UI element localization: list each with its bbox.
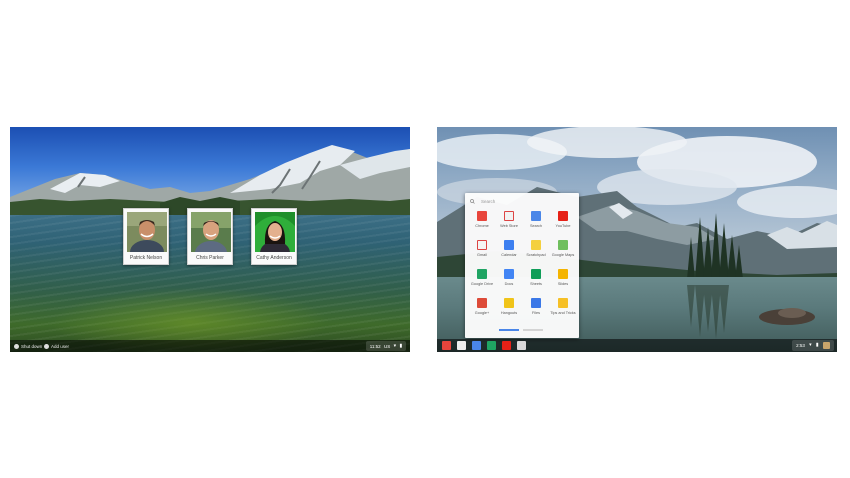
- add-user-label: Add user: [51, 343, 70, 349]
- slides-icon: [558, 269, 568, 279]
- shutdown-label: Shut down: [21, 343, 43, 349]
- clock: 11:52: [369, 343, 381, 349]
- shelf: 2:53 ▾ ▮: [437, 339, 837, 352]
- youtube-icon[interactable]: [502, 341, 511, 350]
- app-label: Google+: [474, 311, 490, 315]
- desktop-screen: Search Chrome Web Store Search YouTube Gmail…: [437, 127, 837, 352]
- page-indicator: [499, 329, 545, 331]
- avatar: [822, 342, 830, 349]
- app-tile-calendar[interactable]: Calendar: [496, 240, 522, 264]
- app-label: Web Store: [500, 224, 518, 228]
- app-tile-chrome[interactable]: Chrome: [469, 211, 495, 235]
- app-label: Slides: [557, 282, 569, 286]
- wifi-icon: ▾: [809, 342, 812, 348]
- app-launcher: Search Chrome Web Store Search YouTube Gmail…: [465, 193, 579, 338]
- files-icon: [531, 298, 541, 308]
- app-label: Scratchpad: [526, 253, 546, 257]
- app-label: Files: [531, 311, 541, 315]
- app-label: Google Maps: [551, 253, 575, 257]
- app-label: Gmail: [477, 253, 487, 257]
- app-label: Hangouts: [500, 311, 518, 315]
- search-placeholder: Search: [481, 199, 496, 204]
- gmail-icon[interactable]: [457, 341, 466, 350]
- app-tile-scratchpad[interactable]: Scratchpad: [523, 240, 549, 264]
- maps-icon: [558, 240, 568, 250]
- app-label: Docs: [504, 282, 514, 286]
- scratchpad-icon: [531, 240, 541, 250]
- add-user-icon: [44, 343, 49, 349]
- app-tile-files[interactable]: Files: [523, 298, 549, 322]
- app-tile-hangouts[interactable]: Hangouts: [496, 298, 522, 322]
- sheets-icon: [531, 269, 541, 279]
- app-tile-sheets[interactable]: Sheets: [523, 269, 549, 293]
- app-tile-search[interactable]: Search: [523, 211, 549, 235]
- youtube-icon: [558, 211, 568, 221]
- drive-icon[interactable]: [487, 341, 496, 350]
- app-tile-web-store[interactable]: Web Store: [496, 211, 522, 235]
- app-tile-youtube[interactable]: YouTube: [550, 211, 576, 235]
- docs-icon: [504, 269, 514, 279]
- app-label: Calendar: [501, 253, 517, 257]
- avatar: [255, 212, 295, 252]
- clock: 2:53: [796, 343, 805, 348]
- power-icon: [14, 343, 19, 349]
- drive-icon: [477, 269, 487, 279]
- web-store-icon: [504, 211, 514, 221]
- app-label: Sheets: [530, 282, 542, 286]
- page-1-indicator[interactable]: [499, 329, 519, 331]
- shutdown-button[interactable]: Shut down: [14, 342, 42, 350]
- hangouts-icon: [504, 298, 514, 308]
- app-tile-google[interactable]: Google+: [469, 298, 495, 322]
- page-2-indicator[interactable]: [523, 329, 543, 331]
- launcher-icon[interactable]: [517, 341, 526, 350]
- app-tile-gmail[interactable]: Gmail: [469, 240, 495, 264]
- status-tray[interactable]: 11:52 US ▾ ▮: [366, 341, 406, 351]
- app-label: Tips and Tricks: [550, 311, 576, 315]
- app-tile-google-maps[interactable]: Google Maps: [550, 240, 576, 264]
- add-user-button[interactable]: Add user: [44, 342, 69, 350]
- avatar: [191, 212, 231, 252]
- login-screen: Patrick Nelson Chris Parker Cathy Anders…: [10, 127, 410, 352]
- battery-icon: ▮: [815, 342, 819, 348]
- status-tray[interactable]: 2:53 ▾ ▮: [792, 340, 834, 351]
- chrome-icon: [477, 211, 487, 221]
- app-label: YouTube: [555, 224, 571, 228]
- google-search-icon: [531, 211, 541, 221]
- battery-icon: ▮: [399, 342, 403, 349]
- user-name: Cathy Anderson: [256, 255, 292, 261]
- app-label: Google Drive: [470, 282, 494, 286]
- app-tile-tips-and-tricks[interactable]: Tips and Tricks: [550, 298, 576, 322]
- user-pod-chris-parker[interactable]: Chris Parker: [187, 208, 233, 265]
- login-shelf: Shut down Add user 11:52 US ▾ ▮: [10, 340, 410, 352]
- user-name: Chris Parker: [196, 255, 224, 261]
- launcher-search-box[interactable]: Search: [470, 197, 574, 206]
- user-pod-patrick-nelson[interactable]: Patrick Nelson: [123, 208, 169, 265]
- app-label: Search: [529, 224, 543, 228]
- avatar: [127, 212, 167, 252]
- wifi-icon: ▾: [393, 342, 397, 349]
- gmail-icon: [477, 240, 487, 250]
- app-tile-google-drive[interactable]: Google Drive: [469, 269, 495, 293]
- app-tile-docs[interactable]: Docs: [496, 269, 522, 293]
- calendar-icon: [504, 240, 514, 250]
- app-tile-slides[interactable]: Slides: [550, 269, 576, 293]
- keyboard-layout: US: [384, 343, 391, 349]
- chrome-icon[interactable]: [442, 341, 451, 350]
- tips-icon: [558, 298, 568, 308]
- google-plus-icon: [477, 298, 487, 308]
- user-name: Patrick Nelson: [129, 255, 163, 261]
- user-pod-cathy-anderson[interactable]: Cathy Anderson: [251, 208, 297, 265]
- google-search-icon[interactable]: [472, 341, 481, 350]
- search-icon: [470, 199, 475, 204]
- app-label: Chrome: [475, 224, 489, 228]
